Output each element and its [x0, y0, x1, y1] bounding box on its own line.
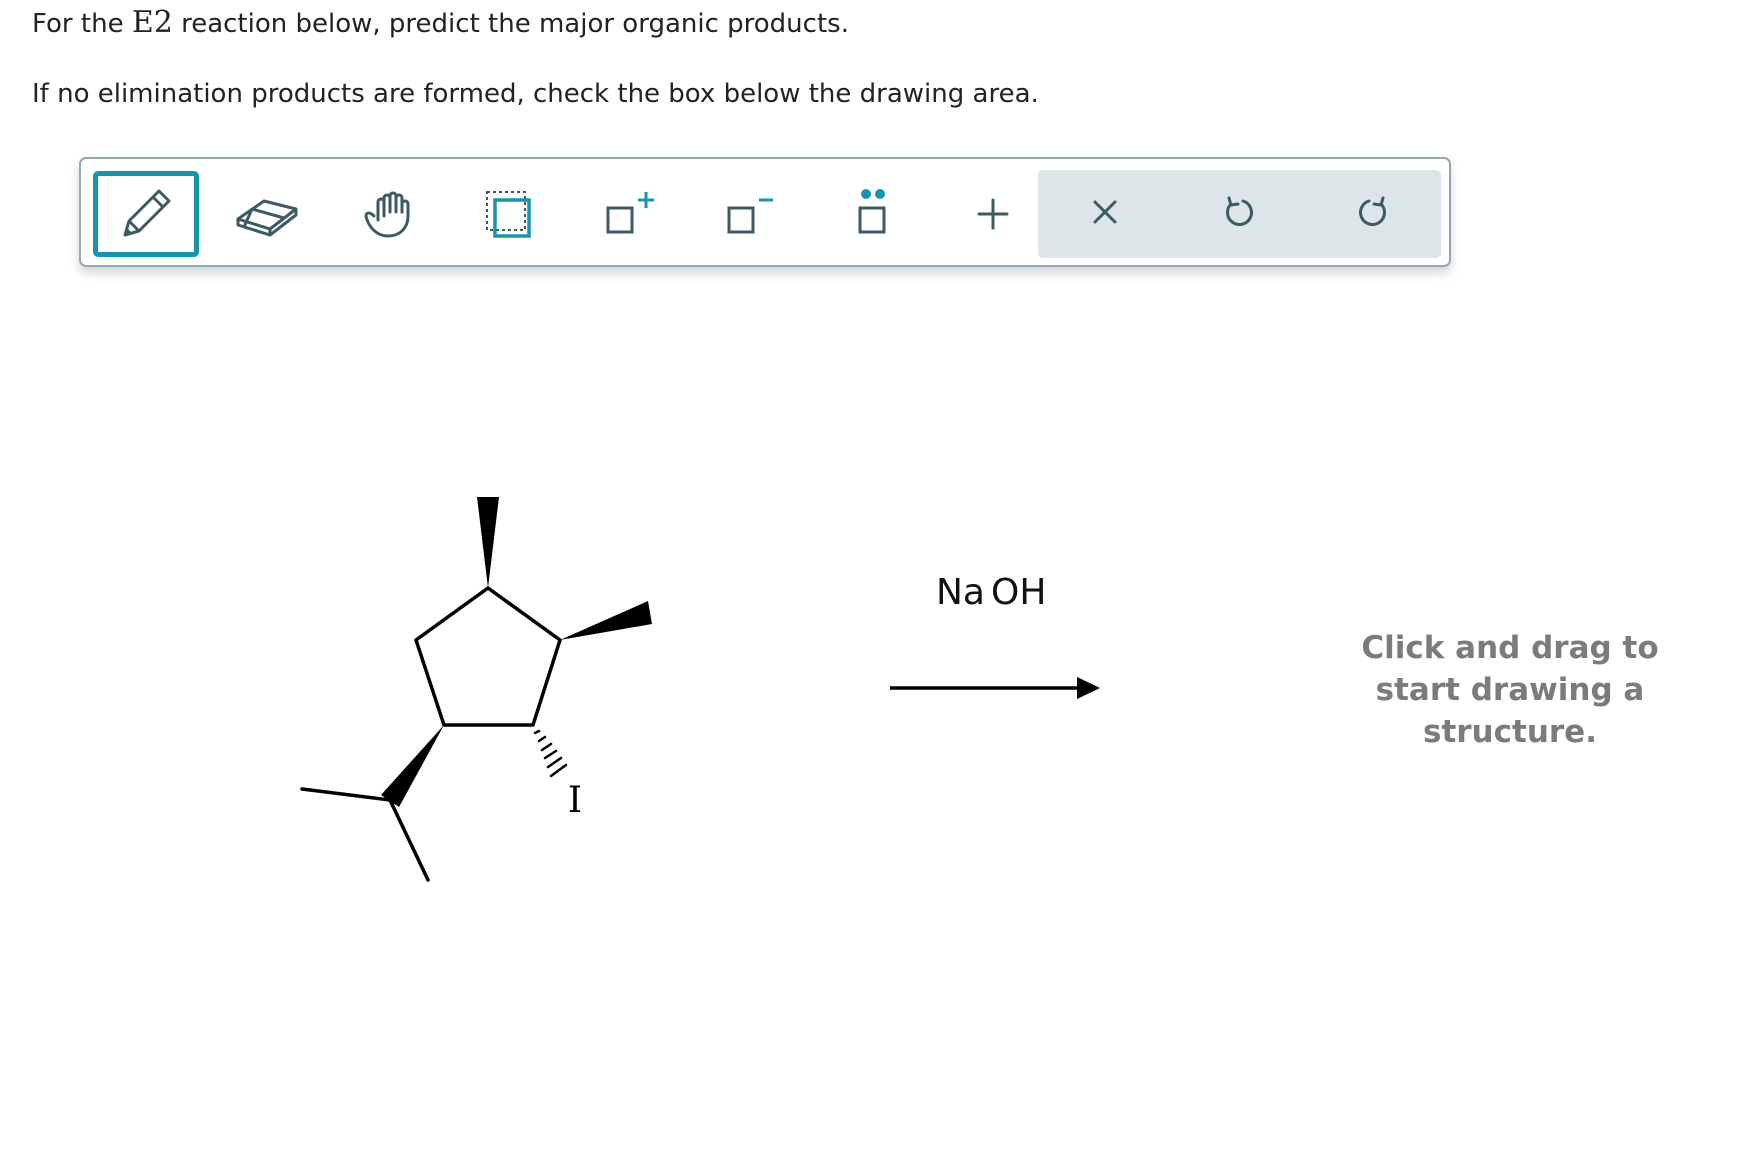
- reagent-label: Na OH: [936, 572, 1046, 613]
- reaction-arrow: [890, 677, 1100, 699]
- isopropyl-bonds: [300, 787, 430, 882]
- wedge-bond-isopropyl: [381, 725, 444, 807]
- reagent-h: H: [1019, 572, 1047, 613]
- iodine-label: I: [568, 780, 582, 821]
- wedge-bond-right-methyl: [560, 601, 652, 640]
- hash-bond-iodine: [533, 729, 568, 778]
- cyclopentane-ring: [414, 586, 562, 727]
- reactant-molecule: I: [300, 497, 1100, 882]
- wedge-bond-top-methyl: [477, 497, 499, 588]
- drawing-hint: Click and drag to start drawing a struct…: [1361, 630, 1659, 750]
- reagent-na: Na: [936, 572, 985, 613]
- page: For the E2 reaction below, predict the m…: [0, 0, 1738, 1160]
- reagent-o: O: [991, 572, 1020, 613]
